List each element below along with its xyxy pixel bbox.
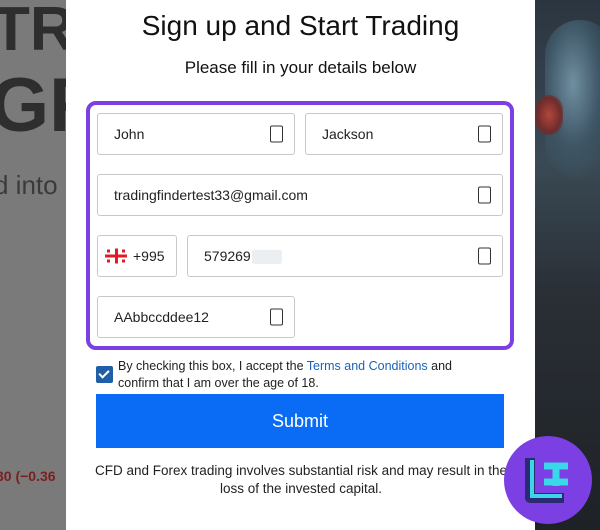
background-heading-line1: TR — [0, 0, 66, 64]
background-text: d into — [0, 170, 58, 200]
email-value: tradingfindertest33@gmail.com — [114, 187, 308, 203]
modal-title: Sign up and Start Trading — [141, 10, 460, 41]
georgia-flag-icon — [105, 248, 127, 264]
first-name-field[interactable]: John — [97, 113, 295, 155]
modal-subtitle: Please fill in your details below — [184, 58, 417, 77]
autofill-icon — [270, 125, 283, 143]
background-figure-accent — [535, 95, 563, 135]
brand-logo-icon — [504, 436, 592, 524]
autofill-icon — [478, 247, 491, 265]
first-name-value: John — [114, 126, 145, 142]
background-page-left: TR GR d into 30 (−0.36 — [0, 0, 66, 530]
terms-text: By checking this box, I accept the Terms… — [118, 359, 453, 390]
autofill-icon — [478, 125, 491, 143]
terms-checkbox[interactable] — [96, 366, 113, 383]
last-name-value: Jackson — [322, 126, 374, 142]
autofill-icon — [478, 186, 491, 204]
phone-value: 579269 — [204, 248, 282, 265]
last-name-field[interactable]: Jackson — [305, 113, 503, 155]
email-field[interactable]: tradingfindertest33@gmail.com — [97, 174, 503, 216]
risk-disclaimer: CFD and Forex trading involves substanti… — [95, 463, 507, 496]
signup-form: John Jackson tradingfindertest33@gmail.c… — [86, 101, 514, 350]
background-heading-line2: GR — [0, 63, 66, 148]
signup-modal: Sign up and Start Trading Please fill in… — [66, 0, 535, 530]
redacted-digits — [251, 250, 282, 265]
phone-field[interactable]: 579269 — [187, 235, 503, 277]
terms-link[interactable]: Terms and Conditions — [307, 359, 428, 373]
autofill-icon — [270, 308, 283, 326]
password-field[interactable]: AAbbccddee12 — [97, 296, 295, 338]
country-code-value: +995 — [133, 248, 165, 264]
background-ticker: 30 (−0.36 — [0, 468, 56, 484]
submit-button[interactable]: Submit — [96, 394, 504, 448]
country-code-select[interactable]: +995 — [97, 235, 177, 277]
password-value: AAbbccddee12 — [114, 309, 209, 325]
